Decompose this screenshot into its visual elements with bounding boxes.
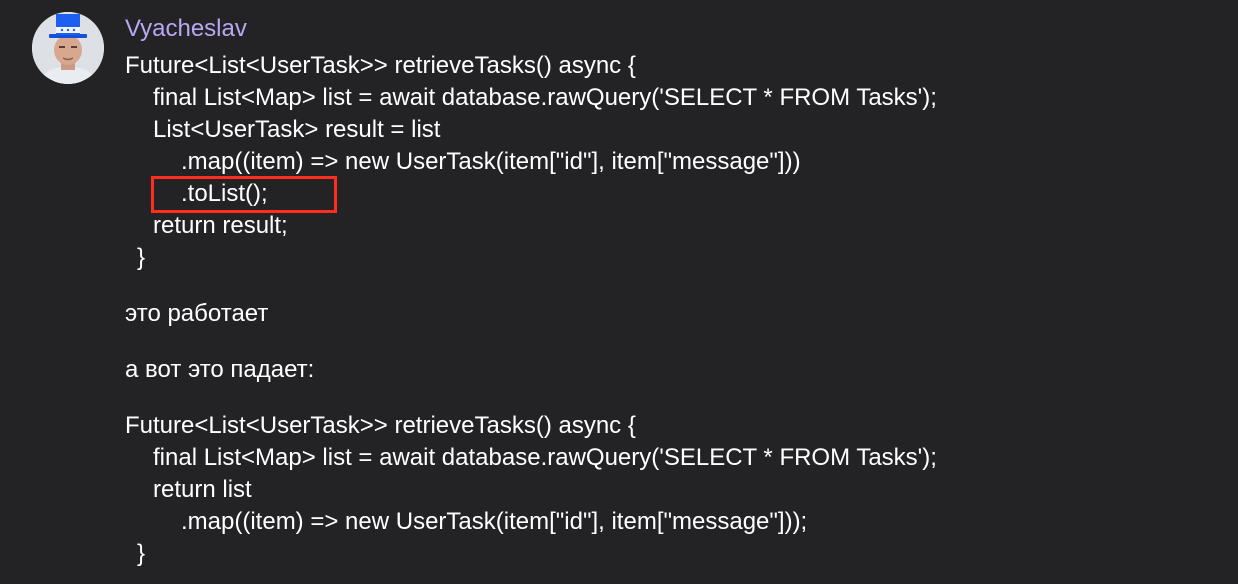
code-line: .map((item) => new UserTask(item["id"], …: [181, 148, 801, 175]
code-line: final List<Map> list = await database.ra…: [153, 444, 937, 471]
red-highlight-annotation: [151, 176, 337, 213]
code-line: List<UserTask> result = list: [153, 116, 441, 143]
message-author-name[interactable]: Vyacheslav: [125, 14, 247, 44]
code-line: return result;: [153, 212, 288, 239]
message-text: это работает: [125, 300, 269, 327]
code-line: }: [137, 244, 146, 271]
code-line: .map((item) => new UserTask(item["id"], …: [181, 508, 808, 535]
message-text: а вот это падает:: [125, 356, 315, 383]
user-avatar-icon: [32, 12, 104, 84]
code-line: return list: [153, 476, 252, 503]
code-line: final List<Map> list = await database.ra…: [153, 84, 937, 111]
code-line: Future<List<UserTask>> retrieveTasks() a…: [125, 412, 636, 439]
avatar[interactable]: [32, 12, 104, 84]
code-line: Future<List<UserTask>> retrieveTasks() a…: [125, 52, 636, 79]
code-line: }: [137, 540, 146, 567]
